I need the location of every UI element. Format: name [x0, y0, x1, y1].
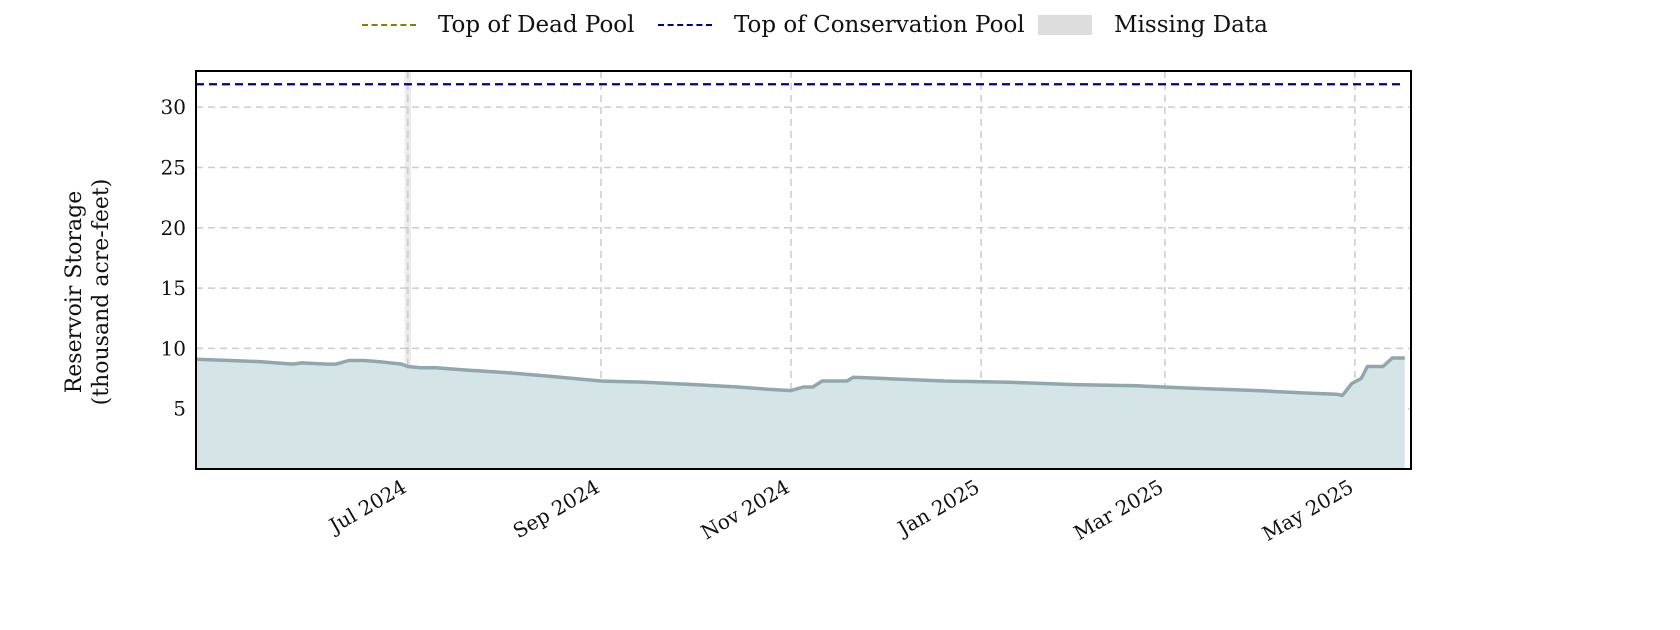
y-tick-label-20: 20 [161, 216, 186, 240]
y-tick-label-5: 5 [173, 397, 186, 421]
y-tick-label-25: 25 [161, 155, 186, 179]
x-tick-label-1: Sep 2024 [509, 475, 604, 544]
x-tick-label-2: Nov 2024 [697, 475, 794, 545]
storage-area-0 [196, 358, 1405, 469]
y-tick-label-10: 10 [161, 336, 186, 360]
x-tick-label-3: Jan 2025 [892, 475, 984, 542]
x-tick-label-0: Jul 2024 [323, 475, 410, 539]
x-tick-label-4: Mar 2025 [1069, 475, 1167, 545]
storage-chart: 5 10 15 20 25 30 Jul 2024 Sep 2024 Nov 2024 Jan 2… [161, 70, 1412, 546]
x-tick-label-5: May 2025 [1258, 475, 1357, 546]
y-tick-label-30: 30 [161, 95, 186, 119]
y-tick-label-15: 15 [161, 276, 186, 300]
